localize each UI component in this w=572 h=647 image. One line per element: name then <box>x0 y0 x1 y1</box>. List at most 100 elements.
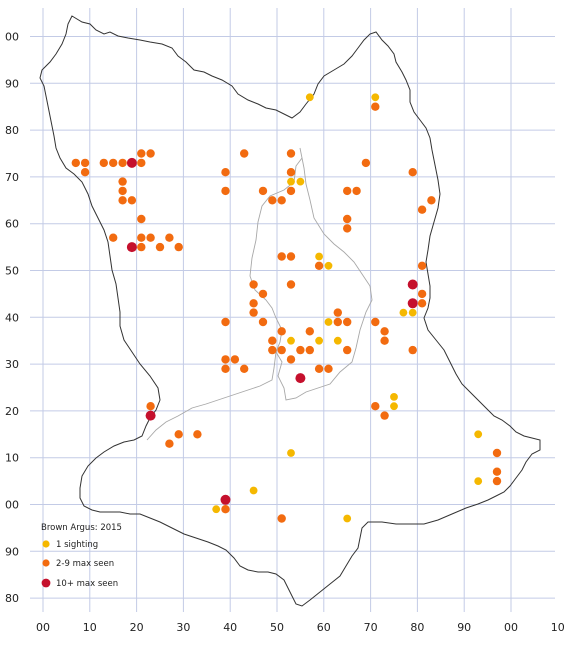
legend-swatch-2-9-max-seen <box>42 559 50 567</box>
y-tick-label: 90 <box>5 77 19 90</box>
x-axis-ticks: 00 10 20 30 40 50 60 70 80 90 00 10 <box>36 621 565 634</box>
sighting-dot <box>315 252 323 261</box>
grid-lines <box>30 8 555 612</box>
sighting-dot <box>258 317 268 327</box>
sighting-dot <box>324 318 333 326</box>
sighting-dot <box>390 393 398 401</box>
sighting-dot <box>287 449 295 457</box>
sighting-dot <box>221 317 230 327</box>
y-tick-label: 80 <box>5 592 19 605</box>
sighting-dot <box>333 336 342 345</box>
sighting-dot <box>212 505 221 514</box>
sighting-dot <box>268 345 277 355</box>
x-tick-label: 10 <box>551 621 565 634</box>
sighting-dot <box>417 261 427 270</box>
sighting-dot <box>118 158 127 168</box>
sighting-dot <box>240 149 249 158</box>
sighting-dot <box>343 345 352 355</box>
x-tick-label: 60 <box>317 621 331 634</box>
sighting-dot <box>474 477 483 485</box>
legend-swatch-10-plus-max-seen <box>41 578 51 588</box>
sighting-dot <box>146 402 155 411</box>
sighting-dot <box>277 345 286 355</box>
sighting-dot <box>221 364 230 373</box>
sighting-dot <box>249 299 258 308</box>
sighting-dot <box>286 149 296 158</box>
x-tick-label: 40 <box>223 621 237 634</box>
county-boundary <box>39 15 541 607</box>
sighting-dot <box>249 486 258 495</box>
sighting-dot <box>71 158 81 168</box>
sighting-dot <box>492 448 502 458</box>
sighting-dot <box>343 317 352 327</box>
x-tick-label: 70 <box>364 621 378 634</box>
sighting-dot <box>126 157 137 168</box>
x-tick-label: 30 <box>176 621 190 634</box>
x-tick-label: 50 <box>270 621 284 634</box>
sighting-dot <box>109 233 118 242</box>
sighting-dot <box>343 514 352 523</box>
y-tick-label: 90 <box>5 545 19 558</box>
sighting-dot <box>305 345 314 355</box>
sighting-dot <box>258 289 268 299</box>
sighting-dot <box>286 355 296 364</box>
sighting-dot <box>492 467 502 476</box>
sighting-dot <box>371 402 380 411</box>
sighting-dot <box>407 279 418 290</box>
y-tick-label: 40 <box>5 311 19 324</box>
y-tick-label: 30 <box>5 358 19 371</box>
sighting-dot <box>408 345 417 355</box>
sighting-dot <box>408 308 417 317</box>
map-legend: Brown Argus: 2015 1 sighting 2-9 max see… <box>41 523 122 589</box>
sighting-dot <box>343 186 352 196</box>
y-tick-label: 00 <box>5 31 19 44</box>
sighting-dot <box>343 224 352 233</box>
map-canvas: 00 10 20 30 40 50 60 70 80 90 00 10 00 90 80 70 60 50 40 3… <box>5 8 565 634</box>
sighting-dot <box>417 289 427 299</box>
x-tick-label: 90 <box>457 621 471 634</box>
sighting-dot <box>118 196 127 205</box>
sighting-dot <box>155 242 165 252</box>
y-tick-label: 10 <box>5 452 19 465</box>
sighting-dot <box>146 233 155 242</box>
sighting-dot <box>286 186 296 196</box>
x-tick-label: 80 <box>410 621 424 634</box>
sighting-dot <box>99 158 109 168</box>
sighting-dot <box>118 177 127 186</box>
legend-label-1-sighting: 1 sighting <box>56 540 98 550</box>
sighting-dot <box>296 177 305 186</box>
sighting-dot <box>220 494 231 505</box>
x-tick-label: 20 <box>130 621 144 634</box>
sighting-dot <box>324 261 333 270</box>
sighting-dot <box>230 355 240 364</box>
sighting-dot <box>118 186 127 196</box>
y-tick-label: 60 <box>5 218 19 231</box>
y-tick-label: 20 <box>5 405 19 418</box>
sighting-dot <box>333 317 342 327</box>
sighting-dot <box>249 308 258 317</box>
sighting-dot <box>296 345 305 355</box>
sighting-dot <box>240 364 249 373</box>
y-tick-label: 70 <box>5 171 19 184</box>
legend-title: Brown Argus: 2015 <box>41 523 122 533</box>
sighting-dot <box>126 242 137 253</box>
sighting-dot <box>361 158 371 168</box>
sighting-dot <box>286 168 296 177</box>
sighting-dot <box>80 158 90 168</box>
sighting-dot <box>286 252 296 261</box>
sighting-dot <box>295 373 306 384</box>
sighting-dot <box>408 168 417 177</box>
sighting-dot <box>371 93 380 102</box>
sighting-dot <box>277 252 286 261</box>
sighting-dots <box>71 93 502 523</box>
sighting-dot <box>137 214 146 224</box>
sighting-dot <box>427 196 436 205</box>
sighting-dot <box>80 168 90 177</box>
sighting-dot <box>380 336 389 345</box>
x-tick-label: 00 <box>36 621 50 634</box>
sighting-dot <box>286 280 296 289</box>
sighting-dot <box>221 168 230 177</box>
sighting-dot <box>221 355 230 364</box>
sighting-dot <box>380 411 389 420</box>
sighting-dot <box>492 476 502 486</box>
